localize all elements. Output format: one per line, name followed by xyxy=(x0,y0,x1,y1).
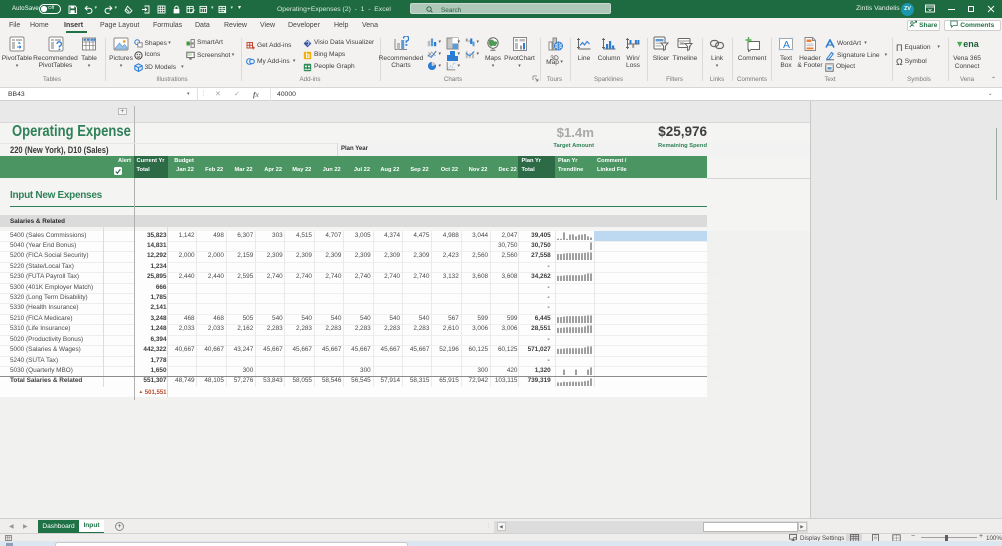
svg-text:b: b xyxy=(306,53,310,60)
svg-text:OR: OR xyxy=(680,42,684,46)
svg-text:A: A xyxy=(783,39,790,51)
